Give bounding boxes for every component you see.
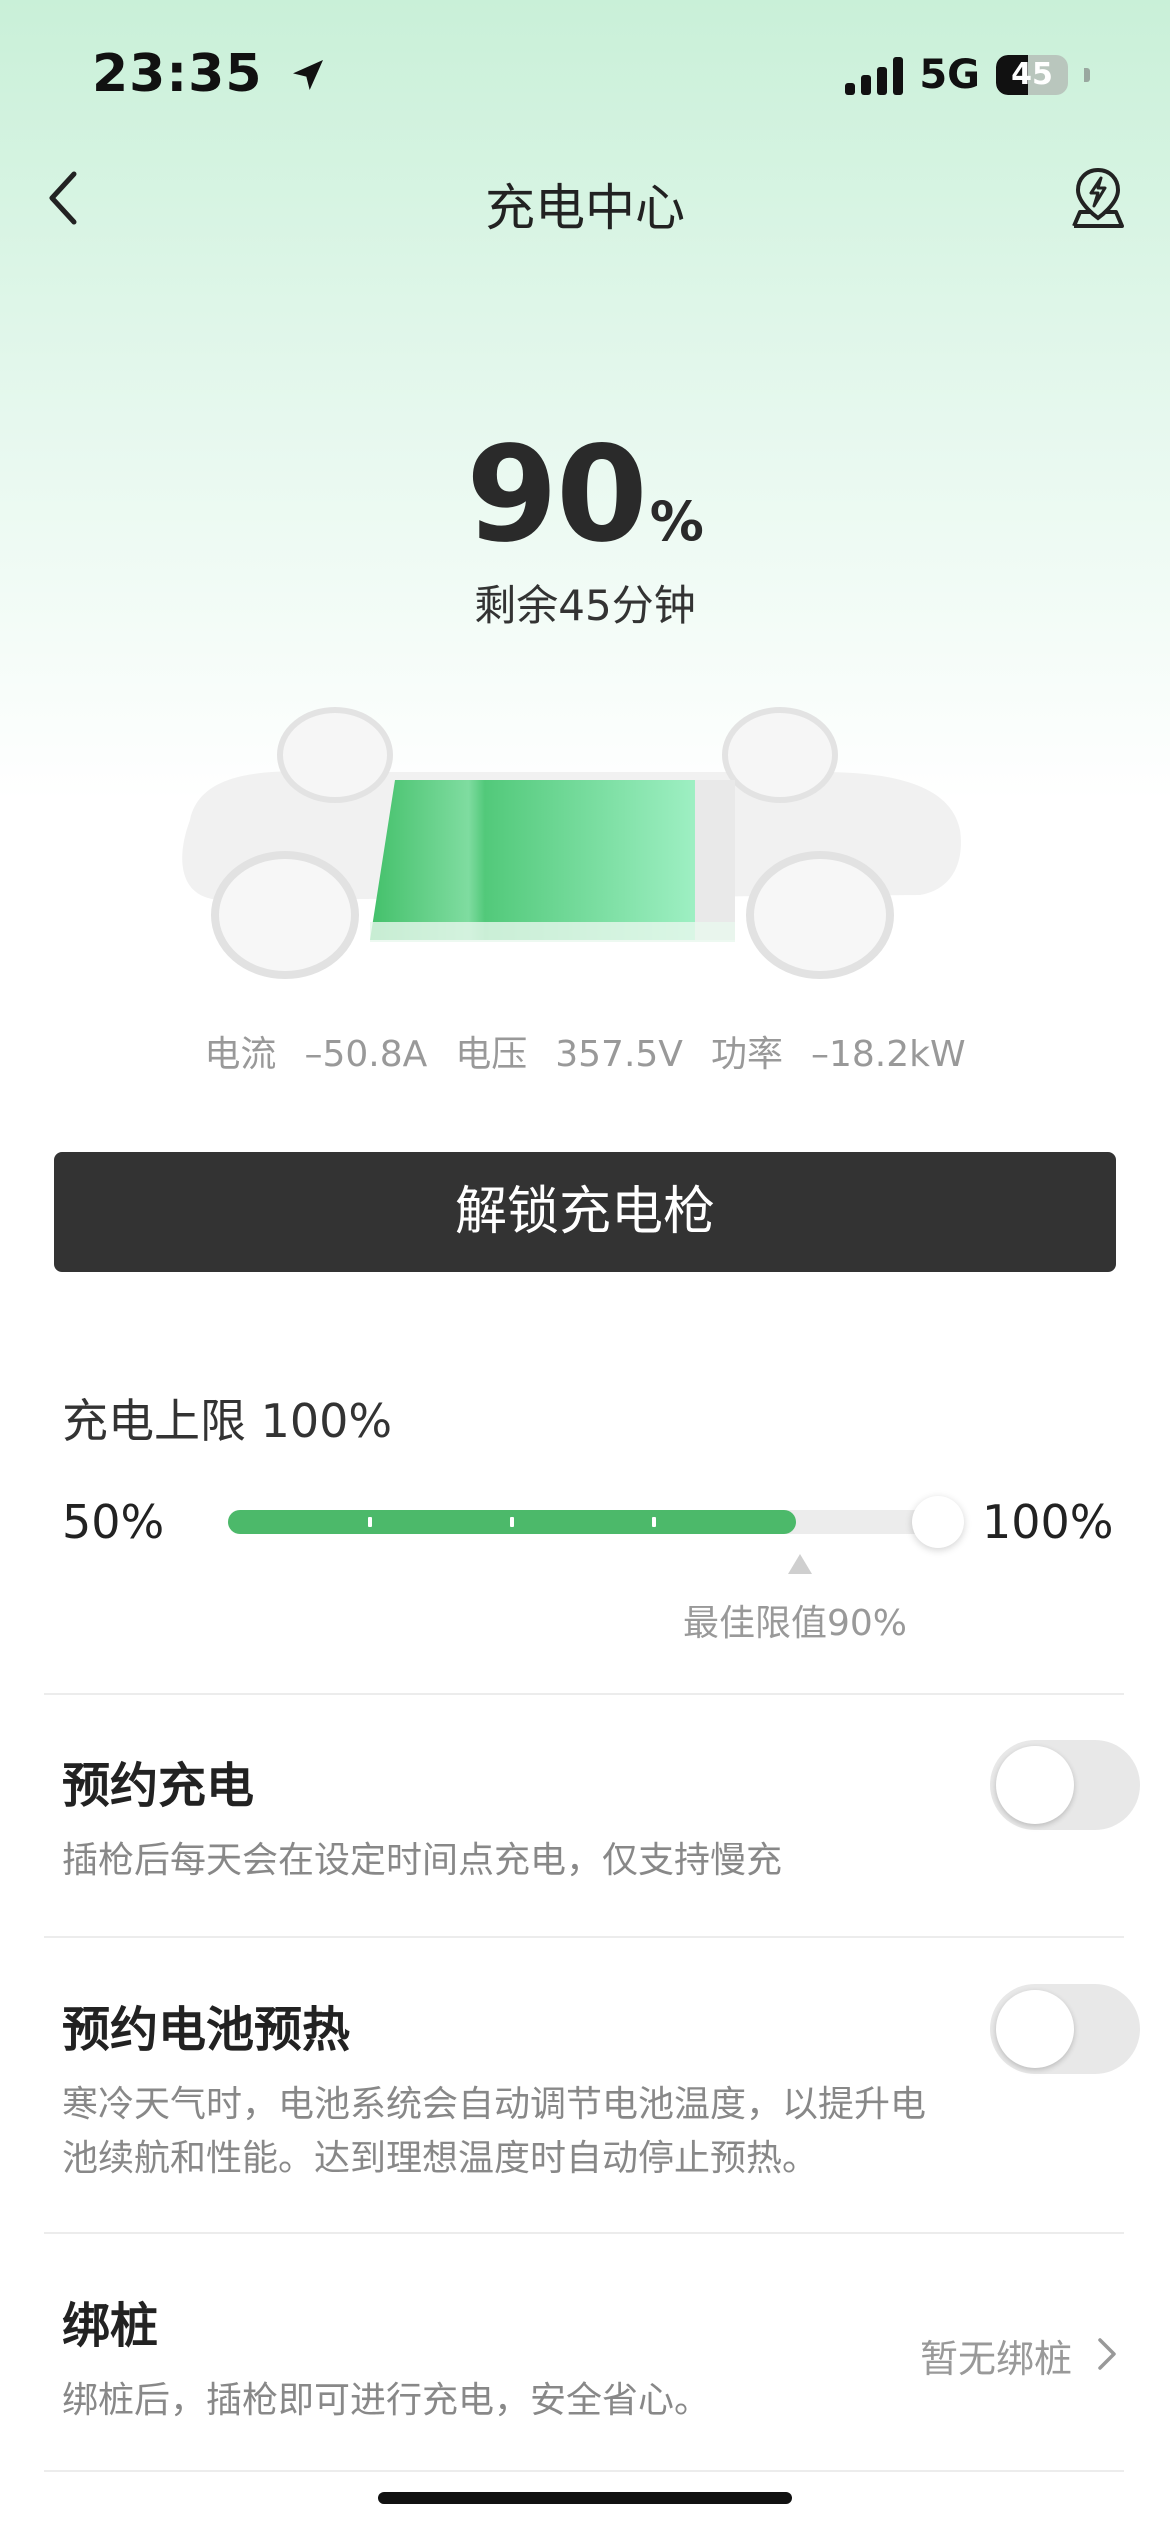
charge-limit-label: 充电上限 100% <box>62 1394 393 1448</box>
network-type: 5G <box>919 52 980 98</box>
power-label: 功率 <box>710 1034 783 1075</box>
battery-tip <box>1084 68 1090 82</box>
current-value: –50.8A <box>304 1034 428 1075</box>
chevron-right-icon[interactable] <box>1096 2336 1118 2372</box>
charge-percent: 90% <box>0 418 1170 572</box>
bind-pile-title: 绑桩 <box>62 2298 159 2354</box>
slider-tick <box>368 1517 372 1527</box>
best-limit-marker <box>788 1554 812 1574</box>
scheduled-charge-desc: 插枪后每天会在设定时间点充电，仅支持慢充 <box>62 1840 783 1881</box>
battery-level-text: 45 <box>1011 57 1053 92</box>
charging-readout: 电流 –50.8A 电压 357.5V 功率 –18.2kW <box>0 1025 1170 1077</box>
slider-knob[interactable] <box>912 1496 964 1548</box>
slider-tick <box>510 1517 514 1527</box>
divider <box>44 2232 1124 2234</box>
charge-limit-slider[interactable] <box>228 1510 938 1534</box>
scheduled-charge-toggle[interactable] <box>990 1740 1140 1830</box>
bind-pile-desc: 绑桩后，插枪即可进行充电，安全省心。 <box>62 2380 711 2421</box>
divider <box>44 2470 1124 2472</box>
page-title: 充电中心 <box>485 179 685 237</box>
preheat-title: 预约电池预热 <box>62 2002 351 2058</box>
signal-icon <box>845 55 904 95</box>
charge-percent-sign: % <box>649 490 704 553</box>
home-indicator[interactable] <box>378 2492 792 2504</box>
bind-pile-status[interactable]: 暂无绑桩 <box>920 2328 1072 2383</box>
best-limit-label: 最佳限值90% <box>682 1603 908 1644</box>
car-battery-illustration <box>182 707 961 979</box>
status-time: 23:35 <box>92 44 328 104</box>
unlock-charging-gun-button[interactable]: 解锁充电枪 <box>54 1152 1116 1272</box>
toggle-knob <box>996 1746 1074 1824</box>
preheat-toggle[interactable] <box>990 1984 1140 2074</box>
divider <box>44 1936 1124 1938</box>
voltage-label: 电压 <box>455 1034 528 1075</box>
location-arrow-icon <box>292 60 323 90</box>
current-label: 电流 <box>204 1034 277 1075</box>
charging-station-map-icon[interactable] <box>1070 166 1126 230</box>
preheat-desc: 寒冷天气时，电池系统会自动调节电池温度，以提升电池续航和性能。达到理想温度时自动… <box>62 2084 927 2179</box>
divider <box>44 1693 1124 1695</box>
power-value: –18.2kW <box>810 1034 966 1075</box>
scheduled-charge-title: 预约充电 <box>62 1758 255 1814</box>
slider-min-label: 50% <box>62 1495 165 1549</box>
voltage-value: 357.5V <box>555 1034 683 1075</box>
charge-percent-value: 90 <box>466 418 648 572</box>
toggle-knob <box>996 1990 1074 2068</box>
remaining-time: 剩余45分钟 <box>474 581 696 630</box>
slider-max-label: 100% <box>982 1495 1114 1549</box>
slider-tick <box>652 1517 656 1527</box>
status-indicators: 5G 45 <box>845 52 1090 98</box>
battery-icon: 45 <box>996 55 1068 95</box>
